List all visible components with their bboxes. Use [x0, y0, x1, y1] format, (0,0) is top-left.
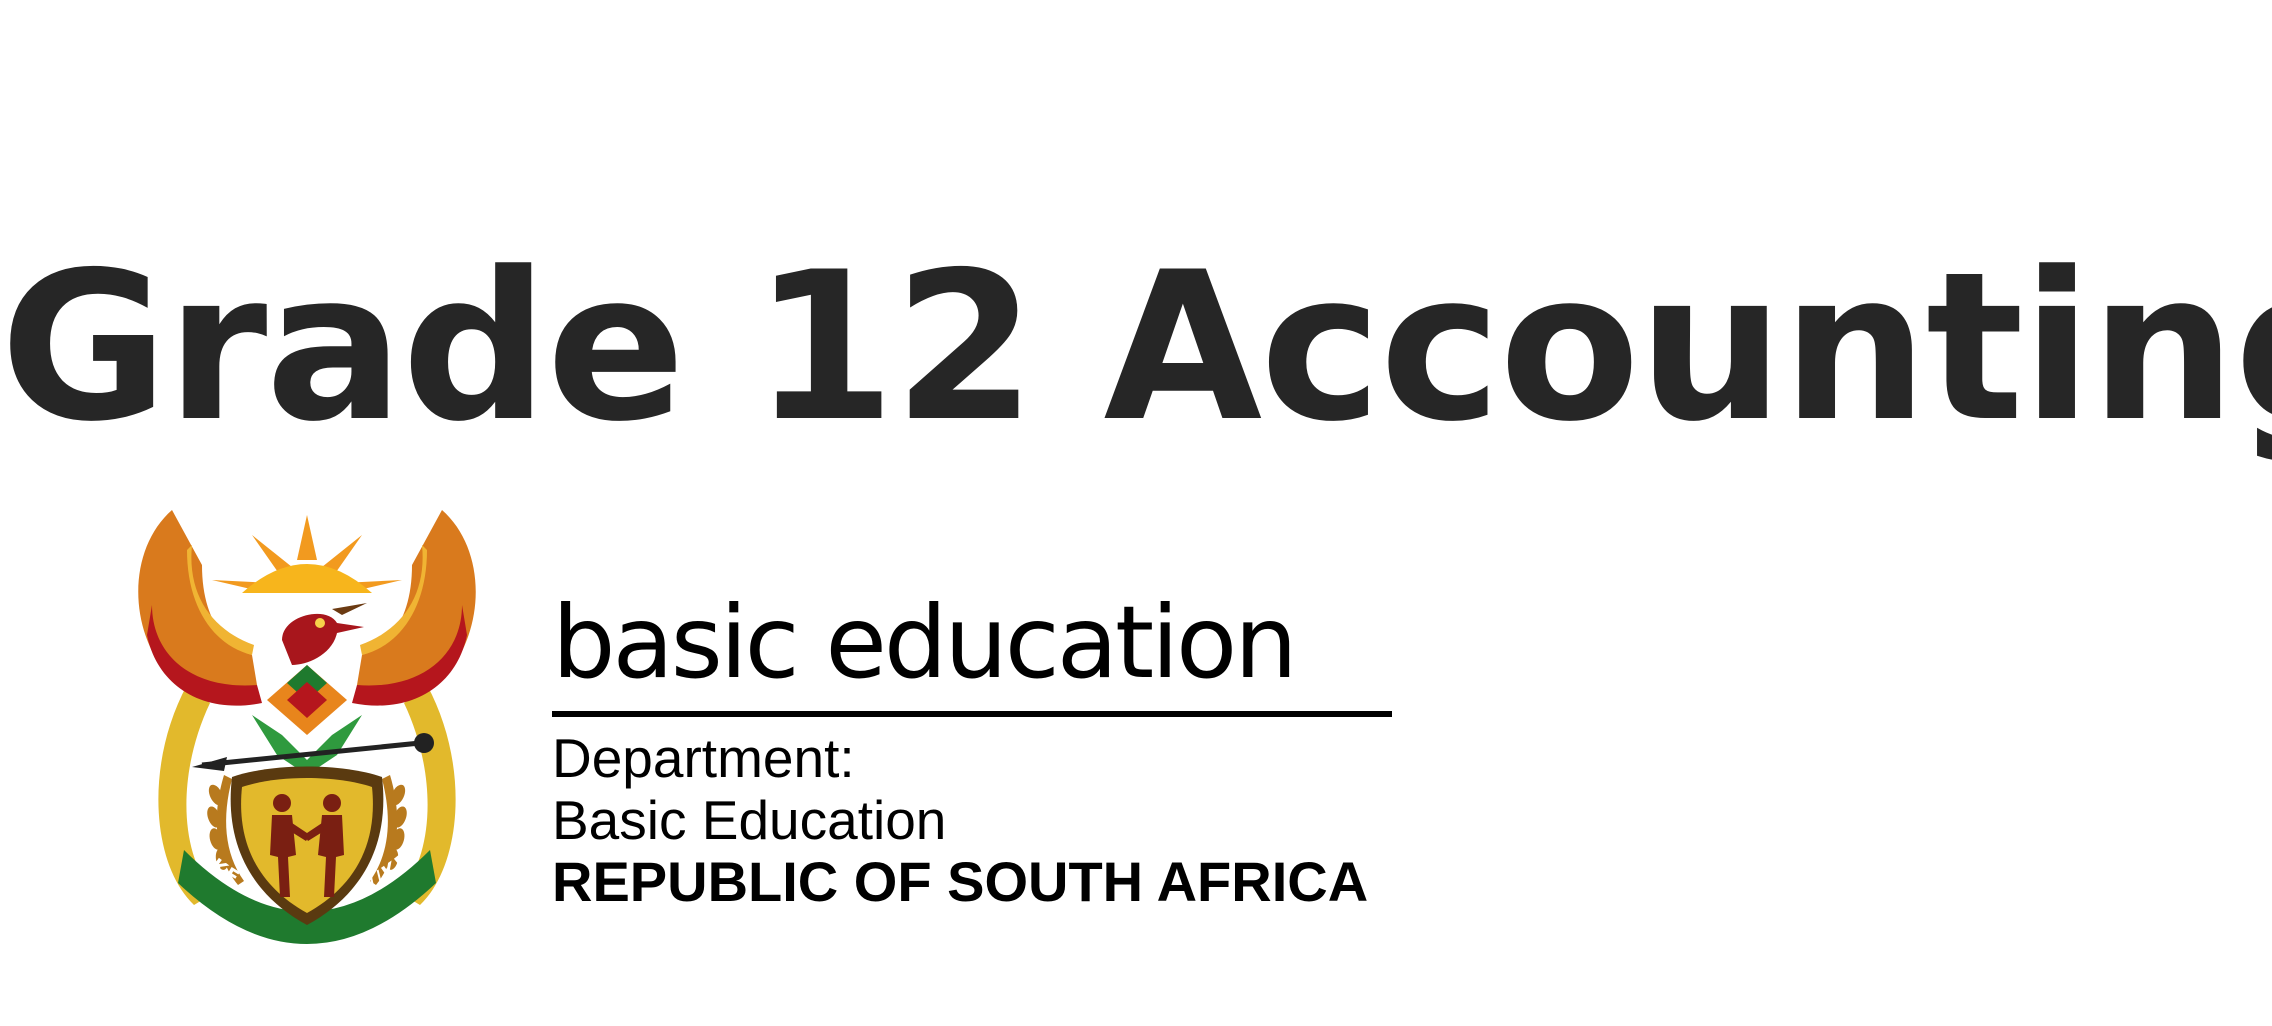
department-label: Department:	[552, 727, 855, 789]
divider	[552, 711, 1392, 717]
page-title: Grade 12 Accounting	[0, 229, 2272, 468]
sun-icon	[212, 515, 402, 593]
department-short-name: basic education	[552, 584, 1298, 701]
country-name: REPUBLIC OF SOUTH AFRICA	[552, 850, 1369, 913]
wing-right-icon	[352, 510, 476, 706]
department-branding: basic education Department: Basic Educat…	[552, 585, 1392, 925]
department-full-name: Basic Education	[552, 789, 947, 851]
wing-left-icon	[138, 510, 262, 706]
coat-of-arms-icon: !KE E: /XARRA //KE	[138, 510, 476, 944]
bird-head-icon	[282, 603, 367, 665]
